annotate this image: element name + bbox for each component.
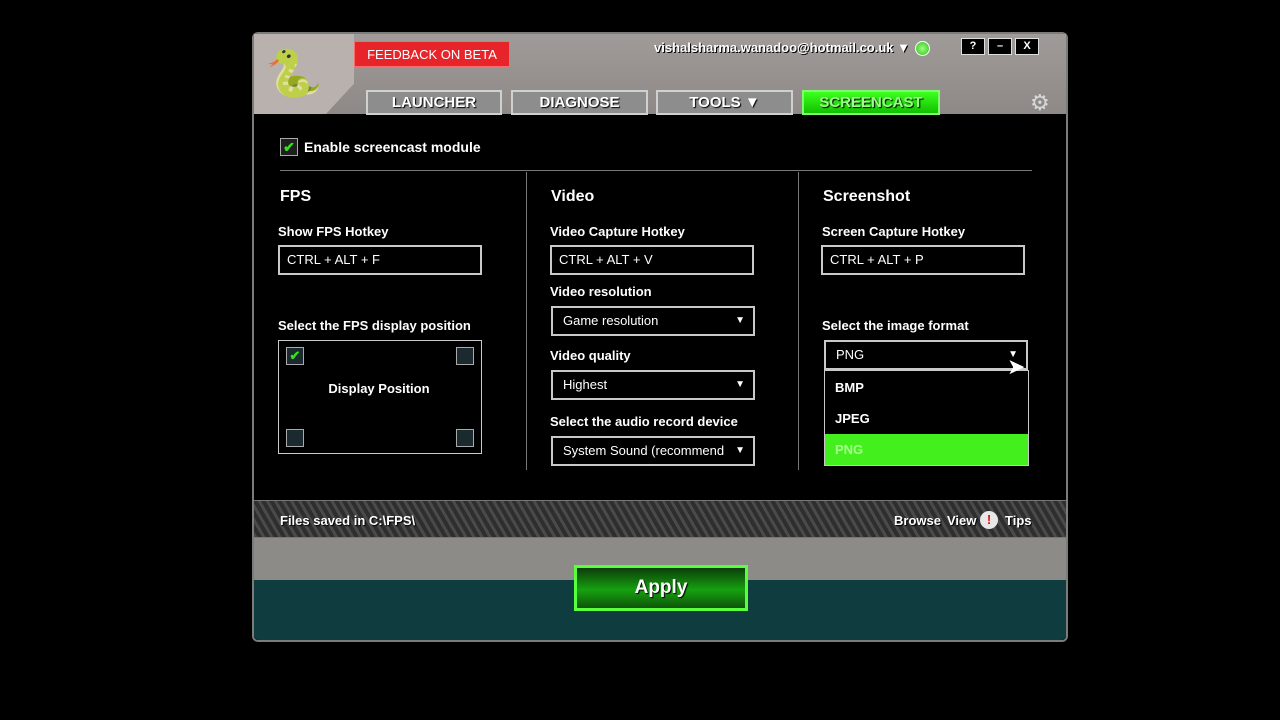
- chevron-down-icon: ▼: [735, 379, 745, 390]
- position-top-right-checkbox[interactable]: [456, 347, 474, 365]
- screenshot-hotkey-input[interactable]: CTRL + ALT + P: [821, 245, 1025, 275]
- close-button[interactable]: X: [1015, 38, 1039, 55]
- video-resolution-label: Video resolution: [550, 284, 652, 299]
- browse-link[interactable]: Browse: [894, 513, 941, 528]
- fps-position-label: Select the FPS display position: [278, 318, 471, 333]
- files-saved-bar: Files saved in C:\FPS\ Browse View ! Tip…: [254, 500, 1066, 538]
- chevron-down-icon: ▼: [735, 315, 745, 326]
- video-quality-label: Video quality: [550, 348, 631, 363]
- display-position-label: Display Position: [328, 381, 430, 396]
- tips-link[interactable]: Tips: [1005, 513, 1032, 528]
- audio-device-label: Select the audio record device: [550, 414, 738, 429]
- screenshot-title: Screenshot: [823, 188, 911, 205]
- video-hotkey-label: Video Capture Hotkey: [550, 224, 685, 239]
- feedback-button[interactable]: FEEDBACK ON BETA: [354, 41, 510, 67]
- apply-button[interactable]: Apply: [574, 565, 748, 611]
- tab-screencast[interactable]: SCREENCAST: [802, 90, 940, 115]
- video-quality-select[interactable]: Highest ▼: [551, 370, 755, 400]
- files-saved-path: Files saved in C:\FPS\: [280, 513, 416, 528]
- razer-cortex-window: 🐍 FEEDBACK ON BETA vishalsharma.wanadoo@…: [252, 32, 1068, 642]
- column-divider: [526, 172, 527, 470]
- format-option-bmp[interactable]: BMP: [825, 372, 1028, 403]
- video-resolution-select[interactable]: Game resolution ▼: [551, 306, 755, 336]
- audio-device-value: System Sound (recommend: [563, 443, 725, 458]
- fps-title: FPS: [280, 188, 312, 205]
- gear-icon[interactable]: ⚙: [1030, 92, 1052, 114]
- video-hotkey-input[interactable]: CTRL + ALT + V: [550, 245, 754, 275]
- enable-screencast-label: Enable screencast module: [304, 139, 481, 155]
- tips-info-icon[interactable]: !: [980, 511, 998, 529]
- fps-hotkey-input[interactable]: CTRL + ALT + F: [278, 245, 482, 275]
- online-status-icon: [915, 41, 930, 56]
- minimize-button[interactable]: –: [988, 38, 1012, 55]
- help-button[interactable]: ?: [961, 38, 985, 55]
- image-format-select[interactable]: PNG ▼: [824, 340, 1028, 370]
- fps-position-box: ✔ Display Position: [278, 340, 482, 454]
- view-link[interactable]: View: [947, 513, 976, 528]
- image-format-value: PNG: [836, 347, 865, 362]
- column-divider: [798, 172, 799, 470]
- position-top-left-checkbox[interactable]: ✔: [286, 347, 304, 365]
- video-quality-value: Highest: [563, 377, 608, 392]
- audio-device-select[interactable]: System Sound (recommend ▼: [551, 436, 755, 466]
- account-dropdown[interactable]: vishalsharma.wanadoo@hotmail.co.uk ▼: [654, 40, 910, 58]
- divider: [280, 170, 1032, 171]
- tab-diagnose[interactable]: DIAGNOSE: [511, 90, 648, 115]
- position-bottom-left-checkbox[interactable]: [286, 429, 304, 447]
- position-bottom-right-checkbox[interactable]: [456, 429, 474, 447]
- screenshot-hotkey-label: Screen Capture Hotkey: [822, 224, 966, 239]
- video-title: Video: [551, 188, 595, 205]
- razer-logo-icon: 🐍: [265, 47, 323, 99]
- format-option-png[interactable]: PNG: [825, 434, 1028, 465]
- image-format-label: Select the image format: [822, 318, 969, 333]
- fps-hotkey-label: Show FPS Hotkey: [278, 224, 389, 239]
- tab-tools[interactable]: TOOLS ▼: [656, 90, 793, 115]
- tab-launcher[interactable]: LAUNCHER: [366, 90, 502, 115]
- chevron-down-icon: ▼: [729, 438, 745, 464]
- chevron-down-icon: ▼: [897, 40, 911, 55]
- image-format-dropdown: BMP JPEG PNG: [824, 370, 1029, 466]
- enable-screencast-checkbox[interactable]: ✔: [280, 138, 298, 156]
- video-resolution-value: Game resolution: [563, 313, 659, 328]
- account-email: vishalsharma.wanadoo@hotmail.co.uk: [654, 40, 894, 55]
- format-option-jpeg[interactable]: JPEG: [825, 403, 1028, 434]
- mouse-cursor-icon: ➤: [1007, 354, 1026, 379]
